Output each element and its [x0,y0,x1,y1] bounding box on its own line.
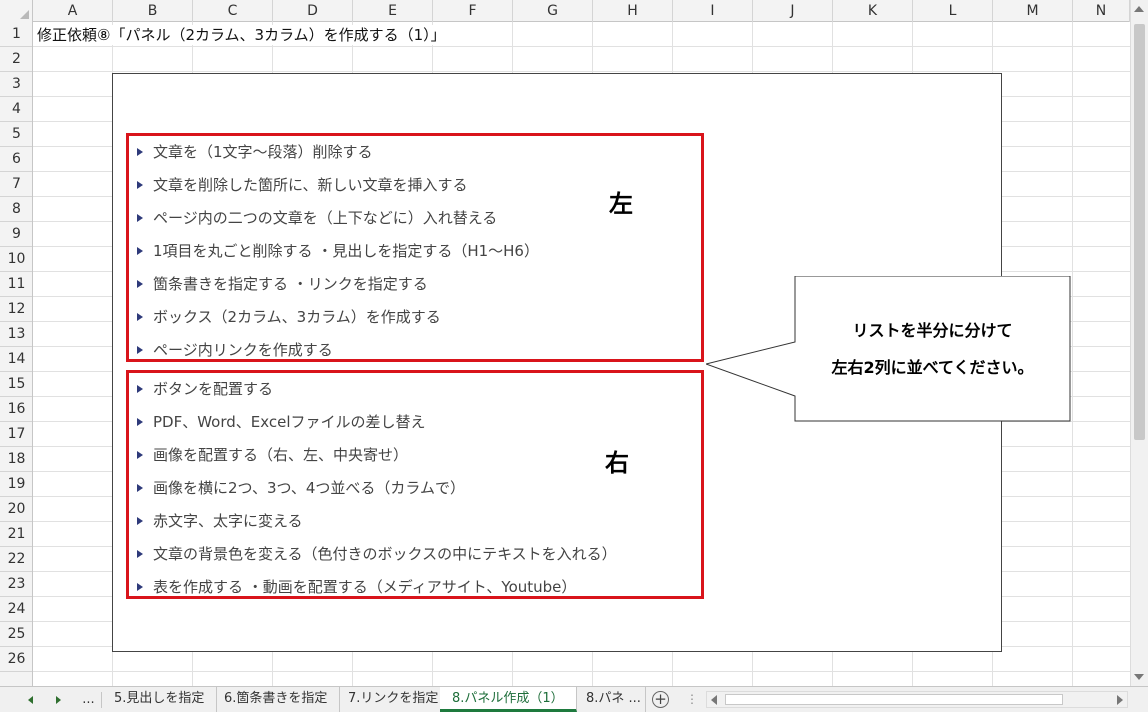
row-header-cell[interactable]: 12 [0,297,32,322]
row-header-cell[interactable]: 11 [0,272,32,297]
column-header-m[interactable]: M [993,0,1073,22]
split-handle-icon[interactable]: ⋮ [686,692,698,706]
row-header-cell[interactable]: 18 [0,447,32,472]
bullet-triangle-icon [137,280,143,288]
row-header-cell[interactable]: 23 [0,572,32,597]
row-header-cell[interactable]: 16 [0,397,32,422]
column-header-f[interactable]: F [433,0,513,22]
column-header-n[interactable]: N [1073,0,1130,22]
row-header-cell[interactable]: 21 [0,522,32,547]
list-item: 赤文字、太字に変える [129,505,701,538]
column-header-d[interactable]: D [273,0,353,22]
row-header-cell[interactable]: 10 [0,247,32,272]
list-item: ボタンを配置する [129,373,701,406]
row-header-cell[interactable]: 8 [0,197,32,222]
row-header-cell[interactable]: 20 [0,497,32,522]
left-label: 左 [609,190,633,218]
cell-a1-text[interactable]: 修正依頼⑧「パネル（2カラム、3カラム）を作成する（1）」 [37,25,446,45]
row-header-cell[interactable]: 17 [0,422,32,447]
sheet-tab-6[interactable]: 6.箇条書きを指定 [212,687,341,712]
row-header-cell[interactable]: 1 [0,22,32,47]
list-item: ページ内リンクを作成する [129,334,701,367]
column-header-i[interactable]: I [673,0,753,22]
horizontal-scroll-thumb[interactable] [725,694,1063,705]
bullet-triangle-icon [137,148,143,156]
scroll-left-arrow-icon[interactable] [711,695,717,705]
row-header-cell[interactable]: 2 [0,47,32,72]
bullet-triangle-icon [137,313,143,321]
vertical-scroll-thumb[interactable] [1134,24,1145,440]
row-header-cell[interactable]: 22 [0,547,32,572]
row-header: 1 2 3 4 5 6 7 8 9 10 11 12 13 14 15 16 1… [0,22,33,686]
more-sheets-button[interactable]: ... [76,692,102,708]
right-list-box[interactable]: ボタンを配置する PDF、Word、Excelファイルの差し替え 画像を配置する… [126,370,704,599]
bullet-triangle-icon [137,418,143,426]
column-header-b[interactable]: B [113,0,193,22]
row-header-cell[interactable]: 24 [0,597,32,622]
prev-sheet-button[interactable] [20,692,40,708]
list-item: 表を作成する ・動画を配置する（メディアサイト、Youtube） [129,571,701,604]
row-header-cell[interactable]: 26 [0,647,32,672]
triangle-left-icon [27,695,33,704]
row-header-cell[interactable]: 14 [0,347,32,372]
sheet-tab-8-active[interactable]: 8.パネル作成（1） [440,687,577,712]
column-header: A B C D E F G H I J K L M N [0,0,1130,22]
bullet-triangle-icon [137,346,143,354]
column-header-c[interactable]: C [193,0,273,22]
row-header-cell[interactable]: 3 [0,72,32,97]
callout-line-1: リストを半分に分けて [852,321,1013,340]
list-item: 箇条書きを指定する ・リンクを指定する [129,268,701,301]
row-header-cell[interactable]: 7 [0,172,32,197]
row-header-cell[interactable]: 9 [0,222,32,247]
bullet-triangle-icon [137,484,143,492]
triangle-right-icon [55,695,61,704]
column-header-a[interactable]: A [33,0,113,22]
sheet-tab-8-next[interactable]: 8.パネ ... [574,687,646,712]
bullet-triangle-icon [137,247,143,255]
left-list-box[interactable]: 文章を（1文字～段落）削除する 文章を削除した箇所に、新しい文章を挿入する ペー… [126,133,704,362]
scroll-up-arrow-icon[interactable] [1134,6,1144,12]
bullet-triangle-icon [137,583,143,591]
column-header-j[interactable]: J [753,0,833,22]
scroll-right-arrow-icon[interactable] [1117,695,1123,705]
column-header-l[interactable]: L [913,0,993,22]
column-header-g[interactable]: G [513,0,593,22]
column-header-k[interactable]: K [833,0,913,22]
sheet-tab-5[interactable]: 5.見出しを指定 [102,687,218,712]
bullet-triangle-icon [137,181,143,189]
callout-line-2: 左右2列に並べてください。 [831,358,1034,377]
vertical-scrollbar[interactable] [1130,0,1148,686]
list-item: ボックス（2カラム、3カラム）を作成する [129,301,701,334]
row-header-cell[interactable]: 5 [0,122,32,147]
horizontal-scrollbar[interactable] [706,691,1128,708]
list-item: 文章を（1文字～段落）削除する [129,136,701,169]
row-header-cell[interactable]: 4 [0,97,32,122]
sheet-tab-bar: ... 5.見出しを指定 6.箇条書きを指定 7.リンクを指定 8.パネル作成（… [0,686,1148,712]
next-sheet-button[interactable] [48,692,68,708]
list-item: 1項目を丸ごと削除する ・見出しを指定する（H1～H6） [129,235,701,268]
row-header-cell[interactable]: 25 [0,622,32,647]
sheet-tab-7[interactable]: 7.リンクを指定 [336,687,452,712]
bullet-triangle-icon [137,385,143,393]
scroll-down-arrow-icon[interactable] [1134,674,1144,680]
column-header-e[interactable]: E [353,0,433,22]
row-header-cell[interactable]: 6 [0,147,32,172]
add-sheet-button[interactable]: + [652,691,669,708]
list-item: PDF、Word、Excelファイルの差し替え [129,406,701,439]
bullet-triangle-icon [137,214,143,222]
list-item: 文章の背景色を変える（色付きのボックスの中にテキストを入れる） [129,538,701,571]
column-header-h[interactable]: H [593,0,673,22]
bullet-triangle-icon [137,451,143,459]
row-header-cell[interactable]: 19 [0,472,32,497]
row-header-cell[interactable]: 13 [0,322,32,347]
bullet-triangle-icon [137,550,143,558]
row-header-cell[interactable]: 15 [0,372,32,397]
select-all-corner[interactable] [0,0,33,22]
right-label: 右 [605,449,629,477]
callout-text: リストを半分に分けて 左右2列に並べてください。 [795,312,1070,386]
bullet-triangle-icon [137,517,143,525]
